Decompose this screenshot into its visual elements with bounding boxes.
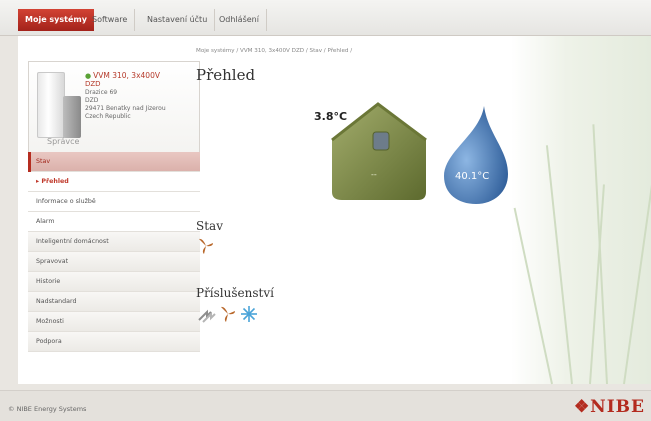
footer: © NIBE Energy Systems ❖NIBE <box>0 390 651 421</box>
device-address-line: 29471 Benatky nad Jizerou <box>85 105 166 112</box>
device-role: Správce <box>47 137 80 146</box>
menu-item-informace-o-sluzbe[interactable]: Informace o službě <box>28 192 200 212</box>
breadcrumb[interactable]: Moje systémy / VVM 310, 3x400V DZD / Sta… <box>196 48 352 54</box>
menu-item-inteligentni-domacnost[interactable]: Inteligentní domácnost <box>28 232 200 252</box>
footer-copyright: © NIBE Energy Systems <box>8 405 87 413</box>
tab-software[interactable]: Software <box>85 9 136 31</box>
menu-item-podpora[interactable]: Podpora <box>28 332 200 352</box>
side-menu: Stav Přehled Informace o službě Alarm In… <box>28 152 200 352</box>
fan-icon <box>199 238 213 254</box>
water-drop-icon[interactable] <box>440 104 512 206</box>
status-heading: Stav <box>196 219 223 233</box>
house-value: -- <box>371 170 377 179</box>
heat-exchange-icon <box>198 309 216 323</box>
outdoor-unit-image <box>63 96 81 138</box>
device-owner: DZD <box>85 80 101 88</box>
device-address-line: DZD <box>85 97 99 104</box>
snowflake-icon <box>241 306 257 322</box>
menu-item-moznosti[interactable]: Možnosti <box>28 312 200 332</box>
menu-item-stav[interactable]: Stav <box>28 152 200 172</box>
tab-moje-systemy[interactable]: Moje systémy <box>18 9 94 31</box>
page-title: Přehled <box>196 66 256 84</box>
accessories-heading: Příslušenství <box>196 286 274 300</box>
heat-pump-image <box>37 72 65 138</box>
top-navigation: Moje systémy Software Nastavení účtu Odh… <box>0 0 651 36</box>
device-address-line: Czech Republic <box>85 113 131 120</box>
device-address-line: Drazice 69 <box>85 89 118 96</box>
menu-item-nadstandard[interactable]: Nadstandard <box>28 292 200 312</box>
tab-nastaveni-uctu[interactable]: Nastavení účtu <box>140 9 216 31</box>
status-ok-icon: ● <box>85 72 92 80</box>
menu-item-spravovat[interactable]: Spravovat <box>28 252 200 272</box>
menu-item-historie[interactable]: Historie <box>28 272 200 292</box>
tab-odhlaseni[interactable]: Odhlášení <box>212 9 267 31</box>
device-name[interactable]: ● VVM 310, 3x400V <box>85 71 160 80</box>
menu-item-alarm[interactable]: Alarm <box>28 212 200 232</box>
nibe-logo[interactable]: ❖NIBE <box>574 397 645 417</box>
menu-item-prehled[interactable]: Přehled <box>28 172 200 192</box>
fan-icon <box>221 306 235 322</box>
background-grass-decoration <box>511 36 651 385</box>
hot-water-temperature: 40.1°C <box>455 171 490 182</box>
outdoor-temperature: 3.8°C <box>314 110 348 123</box>
